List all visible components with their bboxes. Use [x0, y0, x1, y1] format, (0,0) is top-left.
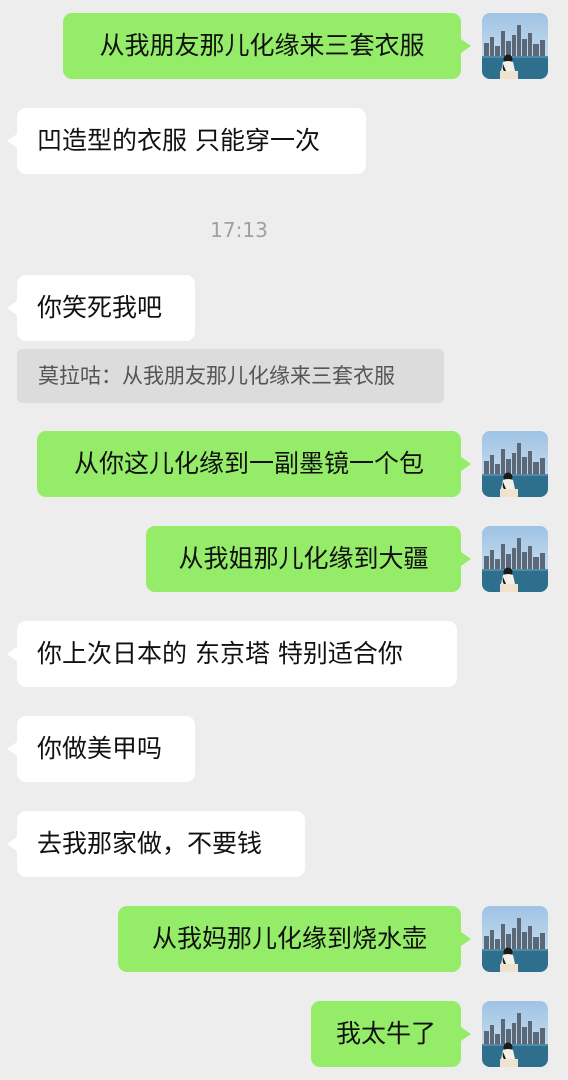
user-avatar[interactable]	[482, 526, 548, 592]
message-text: 你笑死我吧	[37, 293, 163, 322]
user-avatar[interactable]	[482, 13, 548, 79]
quoted-message-text: 莫拉咕：从我朋友那儿化缘来三套衣服	[38, 364, 395, 388]
user-avatar[interactable]	[482, 431, 548, 497]
quoted-message[interactable]: 莫拉咕：从我朋友那儿化缘来三套衣服	[17, 349, 444, 403]
outgoing-message-bubble[interactable]: 从我姐那儿化缘到大疆	[146, 526, 471, 592]
message-text: 从你这儿化缘到一副墨镜一个包	[73, 449, 424, 478]
message-text: 你上次日本的 东京塔 特别适合你	[37, 639, 403, 668]
message-timestamp: 17:13	[210, 218, 268, 242]
chat-conversation: 从我朋友那儿化缘来三套衣服 凹造型的衣服 只能穿一次 17:13 你笑死我吧 莫…	[0, 0, 568, 1080]
message-text: 你做美甲吗	[37, 734, 163, 763]
message-text: 从我姐那儿化缘到大疆	[178, 544, 429, 573]
message-text: 我太牛了	[335, 1019, 436, 1048]
outgoing-message-bubble[interactable]: 我太牛了	[311, 1001, 471, 1067]
incoming-message-bubble[interactable]: 去我那家做，不要钱	[7, 811, 305, 877]
incoming-message-bubble[interactable]: 凹造型的衣服 只能穿一次	[7, 108, 366, 174]
user-avatar[interactable]	[482, 1001, 548, 1067]
outgoing-message-bubble[interactable]: 从你这儿化缘到一副墨镜一个包	[37, 431, 471, 497]
city-skyline-avatar-icon	[482, 1001, 548, 1067]
city-skyline-avatar-icon	[482, 431, 548, 497]
incoming-message-bubble[interactable]: 你笑死我吧	[7, 275, 195, 341]
city-skyline-avatar-icon	[482, 13, 548, 79]
message-text: 凹造型的衣服 只能穿一次	[37, 126, 320, 155]
message-text: 去我那家做，不要钱	[37, 829, 263, 858]
message-text: 从我朋友那儿化缘来三套衣服	[99, 31, 425, 60]
city-skyline-avatar-icon	[482, 906, 548, 972]
city-skyline-avatar-icon	[482, 526, 548, 592]
incoming-message-bubble[interactable]: 你上次日本的 东京塔 特别适合你	[7, 621, 457, 687]
incoming-message-bubble[interactable]: 你做美甲吗	[7, 716, 195, 782]
user-avatar[interactable]	[482, 906, 548, 972]
message-text: 从我妈那儿化缘到烧水壶	[151, 924, 427, 953]
outgoing-message-bubble[interactable]: 从我妈那儿化缘到烧水壶	[118, 906, 471, 972]
outgoing-message-bubble[interactable]: 从我朋友那儿化缘来三套衣服	[63, 13, 471, 79]
